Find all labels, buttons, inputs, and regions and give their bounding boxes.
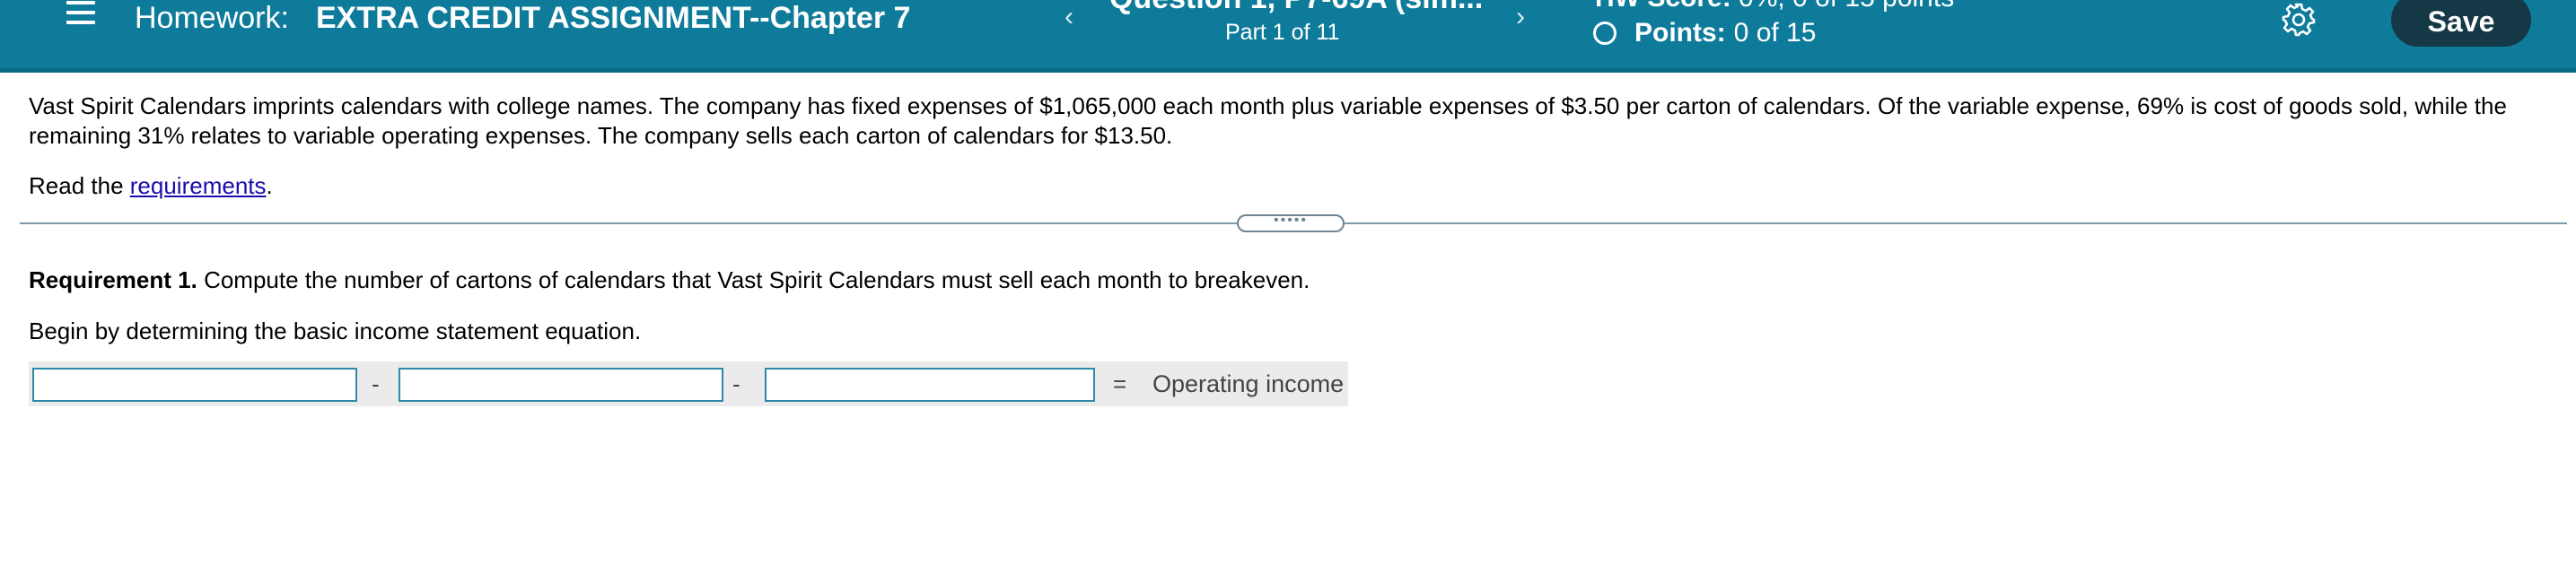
read-prefix: Read the	[29, 172, 124, 199]
gear-icon[interactable]	[2280, 1, 2318, 39]
homework-title: EXTRA CREDIT ASSIGNMENT--Chapter 7	[316, 1, 911, 35]
incomplete-circle-icon	[1593, 22, 1617, 45]
hw-score: HW Score: 0%, 0 of 15 points	[1595, 0, 1954, 16]
hw-score-label: HW Score:	[1595, 0, 1731, 13]
minus-sign-2: -	[732, 370, 740, 397]
income-statement-equation: - - = Operating income	[29, 361, 1348, 406]
hw-score-value: 0%, 0 of 15 points	[1739, 0, 1954, 13]
read-requirements: Read the requirements.	[29, 171, 273, 201]
requirement-label: Requirement 1.	[29, 266, 197, 293]
instruction-text: Begin by determining the basic income st…	[29, 318, 642, 344]
read-suffix: .	[266, 172, 273, 199]
equals-sign: =	[1113, 370, 1127, 397]
previous-question-button[interactable]: ‹	[1044, 0, 1094, 36]
points-value: 0 of 15	[1733, 18, 1817, 48]
top-bar: Homework: EXTRA CREDIT ASSIGNMENT--Chapt…	[0, 0, 2576, 73]
requirements-link[interactable]: requirements	[130, 172, 267, 199]
homework-prefix: Homework:	[135, 1, 289, 35]
operating-income-label: Operating income	[1152, 370, 1345, 397]
points-label: Points:	[1634, 18, 1726, 48]
requirement-1: Requirement 1. Compute the number of car…	[29, 265, 1310, 295]
question-title[interactable]: Question 1, P7-69A (sim...	[1109, 0, 1483, 16]
requirement-text: Compute the number of cartons of calenda…	[204, 266, 1310, 293]
equation-input-1[interactable]	[32, 368, 357, 402]
next-question-button[interactable]: ›	[1495, 0, 1546, 36]
save-button[interactable]: Save	[2391, 0, 2531, 47]
points-row: Points: 0 of 15	[1593, 16, 1816, 50]
menu-icon[interactable]	[66, 0, 95, 30]
minus-sign-1: -	[372, 370, 380, 397]
equation-input-3[interactable]	[765, 368, 1095, 402]
top-bar-shadow	[0, 68, 2576, 73]
equation-input-2[interactable]	[399, 368, 723, 402]
divider-handle[interactable]: •••••	[1237, 213, 1345, 232]
question-part: Part 1 of 11	[1225, 20, 1340, 45]
problem-statement: Vast Spirit Calendars imprints calendars…	[29, 92, 2507, 149]
